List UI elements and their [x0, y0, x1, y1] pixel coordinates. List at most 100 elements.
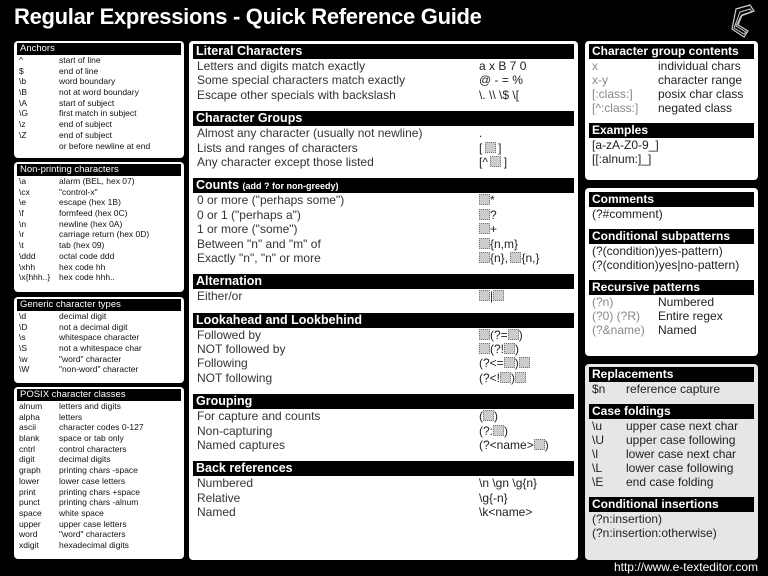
list-item: \D not a decimal digit — [14, 322, 184, 333]
syntax-token: \E — [592, 475, 604, 489]
description: posix char class — [658, 87, 744, 101]
list-item: Relative \g{-n} — [189, 491, 578, 505]
description: 0 or more ("perhaps some") — [197, 193, 345, 208]
description: Followed by — [197, 327, 262, 342]
syntax-token: (?=) — [479, 328, 578, 342]
description: end case folding — [626, 475, 714, 489]
list-item: word "word" characters — [14, 529, 184, 540]
placeholder-box-icon — [503, 357, 515, 369]
replacements-section: Replacements $n reference capture — [585, 367, 758, 396]
list-item: Named captures (?<name>) — [189, 438, 578, 452]
list-item: \f formfeed (hex 0C) — [14, 208, 184, 219]
syntax-token: [:class:] — [592, 87, 633, 101]
description: "word" character — [59, 353, 122, 364]
placeholder-box-icon — [479, 194, 490, 206]
description: upper case letters — [59, 518, 127, 529]
syntax-token: \l — [592, 447, 598, 461]
syntax-token: \g{-n} — [479, 490, 508, 505]
description: printing chars -alnum — [59, 497, 139, 508]
alternation-section: Alternation Either/or | — [189, 274, 578, 303]
syntax-token: | — [479, 289, 578, 303]
syntax-token: space — [19, 507, 42, 518]
cgcontents-header: Character group contents — [589, 44, 754, 59]
description: whitespace character — [59, 332, 140, 343]
syntax-token: \s — [19, 332, 26, 343]
placeholder-box-icon — [479, 343, 490, 355]
list-item: alnum letters and digits — [14, 401, 184, 412]
description: hex code hhh.. — [59, 272, 115, 283]
website-url[interactable]: http://www.e-texteditor.com — [614, 560, 758, 574]
description: word boundary — [59, 76, 116, 87]
syntax-token: (?&name) — [592, 323, 645, 337]
list-item: \l lower case next char — [585, 447, 758, 461]
syntax-token: \U — [592, 433, 604, 447]
syntax-token: x — [592, 59, 598, 73]
description: character codes 0-127 — [59, 422, 144, 433]
syntax-example: (?(condition)yes-pattern) — [592, 244, 723, 258]
list-item: blank space or tab only — [14, 433, 184, 444]
syntax-token: \a — [19, 176, 27, 186]
placeholder-box-icon — [500, 371, 512, 383]
list-item: $ end of line — [14, 66, 184, 77]
description: Some special characters match exactly — [197, 73, 406, 88]
syntax-token: \L — [592, 461, 603, 475]
syntax-token: (?n) — [592, 295, 614, 309]
list-item: Either/or | — [189, 289, 578, 303]
description: newline (hex 0A) — [59, 218, 123, 229]
description: or before newline at end — [59, 140, 151, 151]
syntax-token: + — [479, 222, 578, 236]
syntax-token: punct — [19, 497, 40, 508]
syntax-example: (?n:insertion:otherwise) — [592, 526, 717, 540]
list-item: (?n) Numbered — [585, 295, 758, 309]
description: printing chars -space — [59, 465, 138, 476]
description: reference capture — [626, 382, 721, 396]
syntax-token: \B — [19, 87, 28, 98]
description: Relative — [197, 490, 241, 505]
syntax-example: (?n:insertion) — [592, 512, 663, 526]
description: alarm (BEL, hex 07) — [59, 176, 135, 186]
description: white space — [59, 507, 104, 518]
groups-section: Character Groups Almost any character (u… — [189, 111, 578, 169]
description: lower case following — [626, 461, 734, 475]
syntax-example: [a-zA-Z0-9_] — [592, 138, 659, 152]
lookaround-section: Lookahead and Lookbehind Followed by (?=)… — [189, 312, 578, 386]
description: "word" characters — [59, 529, 126, 540]
description: Named — [658, 323, 697, 337]
placeholder-box-icon — [504, 343, 516, 355]
placeholder-box-icon — [533, 439, 545, 451]
syntax-token: \u — [592, 419, 603, 433]
syntax-token: \n \gn \g{n} — [479, 476, 538, 491]
main-panel: Literal Characters Letters and digits ma… — [189, 41, 578, 560]
posix-panel: POSIX character classes alnum letters and… — [14, 387, 184, 559]
syntax-token: \xhh — [19, 261, 36, 272]
syntax-token: (?:) — [479, 423, 509, 438]
description: lower case next char — [626, 447, 737, 461]
description: Lists and ranges of characters — [197, 140, 358, 155]
list-item: \E end case folding — [585, 475, 758, 489]
placeholder-box-icon — [484, 141, 496, 153]
counts-title: Counts — [196, 178, 240, 193]
list-item: Named \k<name> — [189, 505, 578, 519]
syntax-token: \r — [19, 229, 25, 240]
description: Any character except those listed — [197, 154, 374, 169]
syntax-token: \S — [19, 343, 28, 354]
casefold-header: Case foldings — [589, 404, 754, 419]
description: Numbered — [197, 476, 254, 491]
syntax-token: a x B 7 0 — [479, 59, 527, 73]
comments-section: Comments (?#comment) — [585, 192, 758, 221]
list-item: alpha letters — [14, 412, 184, 423]
syntax-token: (?<name>) — [479, 438, 549, 453]
syntax-token: (?0) (?R) — [592, 309, 641, 323]
list-item: Following (?<=) — [189, 356, 578, 370]
syntax-token: \b — [19, 76, 27, 87]
list-item: NOT following (?<!) — [189, 371, 578, 385]
syntax-token: \f — [19, 208, 24, 219]
description: Escape other specials with backslash — [197, 87, 396, 102]
list-item: (?(condition)yes|no-pattern) — [585, 258, 758, 272]
casefold-section: Case foldings \u upper case next char \U up… — [585, 404, 758, 489]
syntax-token: lower — [19, 475, 40, 486]
syntax-token: {n,m} — [479, 237, 578, 251]
description: character range — [658, 73, 743, 87]
syntax-token: print — [19, 486, 36, 497]
nonprinting-header: Non-printing characters — [17, 164, 181, 176]
